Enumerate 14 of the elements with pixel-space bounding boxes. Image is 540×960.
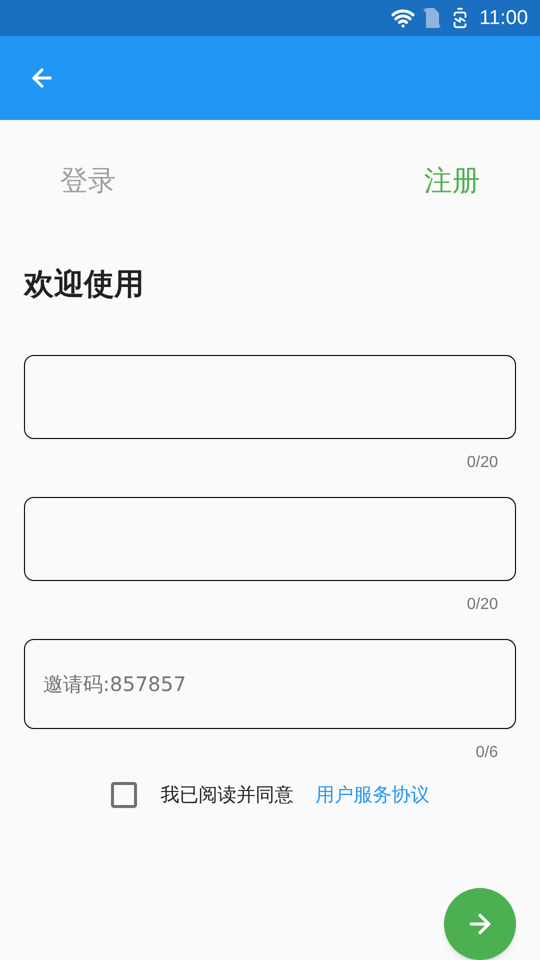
tab[interactable]: 登录: [60, 160, 116, 202]
agreement-checkbox[interactable]: [110, 782, 136, 808]
character-counter: 0/6: [476, 743, 498, 763]
input-field[interactable]: 邀请码:857857: [24, 639, 516, 729]
input-field[interactable]: [24, 497, 516, 581]
status-time: 11:00: [479, 6, 528, 31]
input-field[interactable]: [24, 355, 516, 439]
agreement-text: 我已阅读并同意: [160, 783, 294, 808]
character-counter: 0/20: [466, 453, 498, 473]
character-counter: 0/20: [466, 595, 498, 615]
tab[interactable]: 注册: [424, 160, 480, 202]
user-agreement-link[interactable]: 用户服务协议: [316, 781, 430, 810]
no-sim-icon: [423, 7, 442, 29]
welcome-title: 欢迎使用: [22, 266, 145, 304]
